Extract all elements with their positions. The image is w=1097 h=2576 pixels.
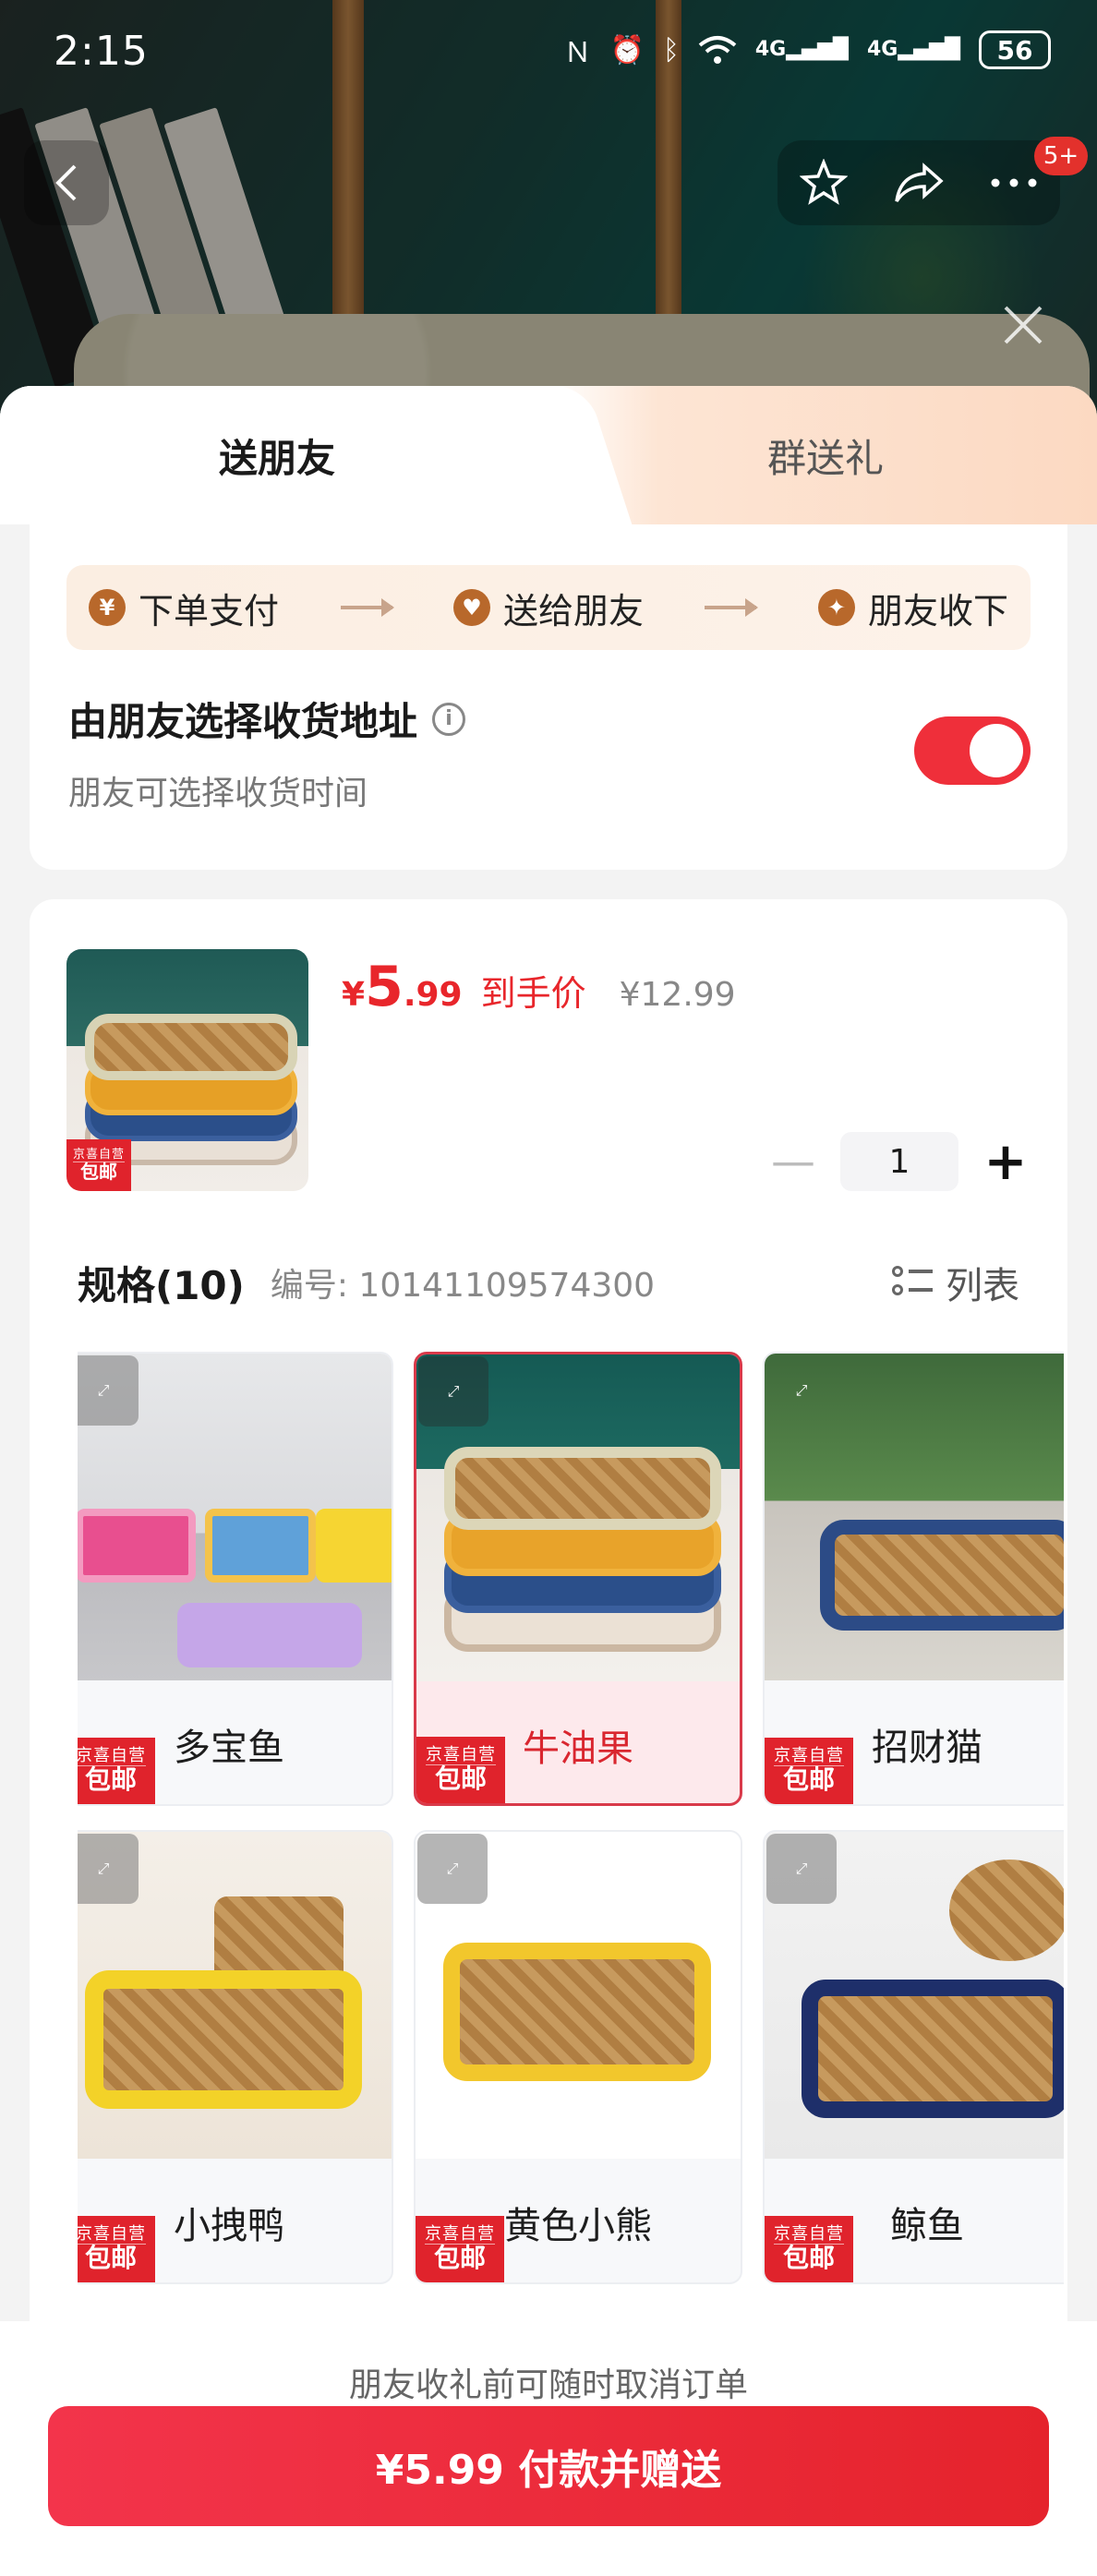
pay-and-gift-button[interactable]: ¥5.99 付款并赠送 [48,2406,1049,2526]
friend-address-toggle[interactable] [914,716,1031,785]
expand-icon[interactable]: ⤢ [418,1356,488,1426]
spec-header: 规格(10) 编号: 10141109574300 列表 [78,1250,1019,1315]
battery-icon: 56 [979,30,1051,69]
price-row: ¥5.99 到手价 ¥12.99 [342,955,736,1019]
cell-signal-icon: 4G▂▄▆█ [754,38,849,61]
arrow-right-icon [705,598,759,617]
expand-icon[interactable]: ⤢ [417,1834,488,1904]
expand-icon[interactable]: ⤢ [78,1355,139,1426]
address-option-title: 由朋友选择收货地址 i [68,691,466,747]
cell-signal-icon: 4G▂▄▆█ [866,38,960,61]
spec-option[interactable]: ⤢ 京喜自营 包邮 多宝鱼 [78,1352,393,1806]
share-icon[interactable] [893,161,945,205]
cancel-notice: 朋友收礼前可随时取消订单 [348,2366,748,2404]
decrease-quantity-button[interactable]: — [768,1132,818,1191]
alarm-icon: ⏰ [609,33,645,66]
quantity-stepper: — 1 + [768,1132,1031,1192]
flow-step-send: ♥ 送给朋友 [452,583,644,633]
wifi-icon [698,36,737,64]
self-operated-free-shipping-badge: 京喜自营 包邮 [66,1139,131,1191]
bluetooth-icon: ᛒ [662,33,680,66]
flow-step-pay: ¥ 下单支付 [89,583,279,633]
option-label: 多宝鱼 [174,1727,284,1769]
status-bar: 2:15 Ｎ ⏰ ᛒ 4G▂▄▆█ 4G▂▄▆█ 56 [0,0,1097,111]
expand-icon[interactable]: ⤢ [78,1834,139,1904]
product-code: 编号: 10141109574300 [270,1267,656,1305]
option-label: 鲸鱼 [890,2205,964,2247]
option-label: 黄色小熊 [504,2205,652,2247]
spec-option[interactable]: ⤢ 京喜自营 包邮 鲸鱼 [763,1830,1064,2284]
top-actions [778,140,1060,225]
current-price: ¥5.99 [342,955,463,1019]
spec-option-selected[interactable]: ⤢ 京喜自营 包邮 牛油果 [414,1352,742,1806]
arrow-right-icon [340,598,394,617]
wechat-icon: ♥ [452,589,490,626]
option-label: 牛油果 [523,1727,633,1770]
gift-icon: ✦ [817,589,855,626]
original-price: ¥12.99 [619,976,736,1014]
chevron-left-icon [55,164,77,201]
tab-group-gift[interactable]: 群送礼 [554,386,1097,524]
close-button[interactable] [995,297,1051,353]
star-icon[interactable] [800,159,849,207]
expand-icon[interactable]: ⤢ [766,1834,837,1904]
quantity-value[interactable]: 1 [840,1132,958,1191]
gift-flow-card: ¥ 下单支付 ♥ 送给朋友 ✦ 朋友收下 由朋友选择收货地址 i 朋友可选择收货… [30,524,1067,870]
toggle-knob [970,724,1023,777]
option-label: 招财猫 [872,1727,982,1769]
list-view-toggle[interactable]: 列表 [892,1256,1019,1309]
product-card: 京喜自营 包邮 ¥5.99 到手价 ¥12.99 — 1 + 规格(10) 编号… [30,899,1067,2349]
status-time: 2:15 [54,28,149,75]
back-button[interactable] [24,140,109,225]
message-count-badge: 5+ [1034,137,1088,175]
increase-quantity-button[interactable]: + [981,1132,1031,1192]
spec-option[interactable]: ⤢ 京喜自营 包邮 黄色小熊 [414,1830,742,2284]
list-view-icon [892,1264,933,1301]
option-label: 小拽鸭 [174,2205,284,2247]
gift-tabs: 送朋友 群送礼 [0,386,1097,524]
more-icon[interactable] [990,177,1038,188]
gift-sheet: 送朋友 群送礼 ¥ 下单支付 ♥ 送给朋友 ✦ 朋友收下 由朋友选择收货地址 i… [0,386,1097,2576]
yuan-coin-icon: ¥ [89,589,126,626]
info-icon[interactable]: i [432,702,466,736]
spec-title: 规格(10) [78,1262,245,1308]
nfc-icon: Ｎ [563,37,592,69]
address-option-subtitle: 朋友可选择收货时间 [68,775,368,813]
expand-icon[interactable]: ⤢ [766,1355,837,1426]
final-price-tag: 到手价 [480,973,586,1014]
pay-button-wrapper: ¥5.99 付款并赠送 [48,2406,1049,2576]
spec-option[interactable]: ⤢ 京喜自营 包邮 招财猫 [763,1352,1064,1806]
status-icons: Ｎ ⏰ ᛒ 4G▂▄▆█ 4G▂▄▆█ 56 [564,30,1051,70]
tab-send-friend[interactable]: 送朋友 [0,386,554,524]
flow-step-receive: ✦ 朋友收下 [817,583,1008,633]
gift-flow-steps: ¥ 下单支付 ♥ 送给朋友 ✦ 朋友收下 [66,565,1031,650]
spec-option[interactable]: ⤢ 京喜自营 包邮 小拽鸭 [78,1830,393,2284]
checkout-footer: 朋友收礼前可随时取消订单 ¥5.99 付款并赠送 [0,2321,1097,2576]
spec-options-grid: ⤢ 京喜自营 包邮 多宝鱼 ⤢ 京喜自营 包邮 牛油果 ⤢ 京喜自营 包邮 招财… [78,1352,1064,2312]
close-icon [1004,306,1043,344]
product-thumbnail[interactable]: 京喜自营 包邮 [66,949,308,1191]
